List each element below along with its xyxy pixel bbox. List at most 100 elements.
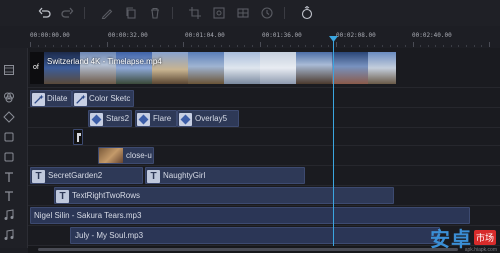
ruler-tick [52, 45, 54, 47]
pencil-icon[interactable] [100, 6, 114, 20]
split-icon[interactable] [236, 6, 250, 20]
ruler-tick [443, 45, 445, 47]
ruler-tick [450, 45, 452, 47]
crop-icon[interactable] [188, 6, 202, 20]
video-clip[interactable]: of Switzerland 4K - Timelapse.mp4 [30, 52, 396, 84]
ruler-tick [282, 45, 284, 47]
undo-icon[interactable] [38, 6, 52, 20]
ruler-tick [106, 42, 108, 47]
record-icon[interactable] [300, 6, 314, 20]
track-headers [0, 48, 28, 248]
overlay-clip[interactable]: Flare [135, 110, 177, 127]
music-track-icon[interactable] [3, 209, 15, 221]
text-clip-label: SecretGarden2 [48, 171, 103, 180]
filter-clip[interactable]: Dilate [30, 90, 72, 107]
ruler-tick [45, 45, 47, 47]
ruler-tick [358, 45, 360, 47]
filter-clip-label: Dilate [47, 94, 68, 103]
pip-clip[interactable]: close-u [98, 147, 154, 164]
ruler-tick [259, 42, 261, 47]
toolbar-divider [284, 7, 285, 19]
music-track-icon[interactable] [3, 229, 15, 241]
ruler-tick [236, 45, 238, 47]
overlay-clip[interactable]: Stars2 [88, 110, 132, 127]
ruler-tick [466, 45, 468, 47]
overlay-clip-label: Stars2 [106, 114, 130, 123]
ruler-tick [427, 45, 429, 47]
pip-thumbnail [99, 148, 123, 163]
text-track-icon[interactable] [3, 171, 15, 183]
video-clip-title: Switzerland 4K - Timelapse.mp4 [47, 57, 162, 66]
element-track-icon[interactable] [3, 131, 15, 143]
ruler-tick [121, 45, 123, 47]
ruler-tick [190, 45, 192, 47]
text-clip[interactable]: T SecretGarden2 [30, 167, 143, 184]
filter-clip[interactable]: Color Sketc [72, 90, 134, 107]
ruler-tick [274, 45, 276, 47]
ruler-tick [458, 45, 460, 47]
ruler-tick [114, 45, 116, 47]
ruler-tick [98, 45, 100, 47]
ruler-tick [351, 45, 353, 47]
ruler-tick [167, 45, 169, 47]
ruler-tick [313, 45, 315, 47]
ruler-label: 00:02:08.00 [336, 32, 376, 39]
speed-icon[interactable] [260, 6, 274, 20]
video-editor-timeline: 00:00:00.00 00:00:32.00 00:01:04.00 00:0… [0, 0, 500, 253]
ruler-tick [389, 45, 391, 47]
text-clip[interactable]: T NaughtyGirl [145, 167, 305, 184]
ruler-tick [152, 45, 154, 47]
watermark-url: apk.hiapk.com [464, 247, 497, 253]
toolbar-divider [84, 7, 85, 19]
ruler-tick [30, 42, 31, 47]
overlay-clip-label: Overlay5 [195, 114, 228, 123]
element-clip[interactable] [73, 129, 83, 145]
delete-icon[interactable] [148, 6, 162, 20]
filter-track-icon[interactable] [3, 91, 15, 103]
video-clip-prefix: of [33, 64, 39, 71]
video-track-icon[interactable] [3, 64, 15, 76]
overlay-icon [179, 113, 192, 126]
ruler-tick [397, 45, 399, 47]
overlay-track-icon[interactable] [3, 111, 15, 123]
ruler-tick [481, 45, 483, 47]
ruler-tick [221, 45, 223, 47]
zoom-icon[interactable] [212, 6, 226, 20]
text-clip[interactable]: T TextRightTwoRows [54, 187, 394, 204]
ruler-label: 00:02:40.00 [412, 32, 452, 39]
element-lane [28, 128, 500, 146]
audio-clip-label: July - My Soul.mp3 [75, 231, 144, 240]
ruler-tick [205, 45, 207, 47]
audio-clip[interactable]: Nigel Silin - Sakura Tears.mp3 [30, 207, 470, 224]
ruler-tick [412, 42, 414, 47]
redo-icon[interactable] [60, 6, 74, 20]
ruler-tick [183, 42, 184, 47]
toolbar-divider [172, 7, 173, 19]
text-clip-label: TextRightTwoRows [72, 191, 141, 200]
text-track-icon[interactable] [3, 190, 15, 202]
watermark-badge: 市场 [473, 229, 496, 245]
timeline-toolbar [0, 0, 500, 26]
ruler-tick [68, 45, 70, 47]
pip-track-icon[interactable] [3, 151, 15, 163]
overlay-clip[interactable]: Overlay5 [177, 110, 239, 127]
playhead-line[interactable] [333, 36, 334, 248]
ruler-tick [404, 45, 406, 47]
pip-clip-label: close-u [126, 151, 152, 160]
ruler-tick [374, 45, 376, 47]
audio-clip-label: Nigel Silin - Sakura Tears.mp3 [34, 211, 142, 220]
ruler-tick [198, 45, 200, 47]
text-t-icon: T [32, 170, 45, 183]
copy-icon[interactable] [124, 6, 138, 20]
audio-clip[interactable]: July - My Soul.mp3 [70, 227, 440, 244]
timeline-ruler[interactable]: 00:00:00.00 00:00:32.00 00:01:04.00 00:0… [28, 26, 500, 48]
ruler-tick [228, 45, 230, 47]
ruler-tick [336, 42, 337, 47]
ruler-tick [251, 45, 253, 47]
ruler-label: 00:00:32.00 [108, 32, 148, 39]
ruler-tick [267, 45, 269, 47]
ruler-tick [91, 45, 93, 47]
ruler-tick [37, 45, 39, 47]
ruler-tick [290, 45, 292, 47]
scrollbar-thumb[interactable] [38, 248, 458, 251]
